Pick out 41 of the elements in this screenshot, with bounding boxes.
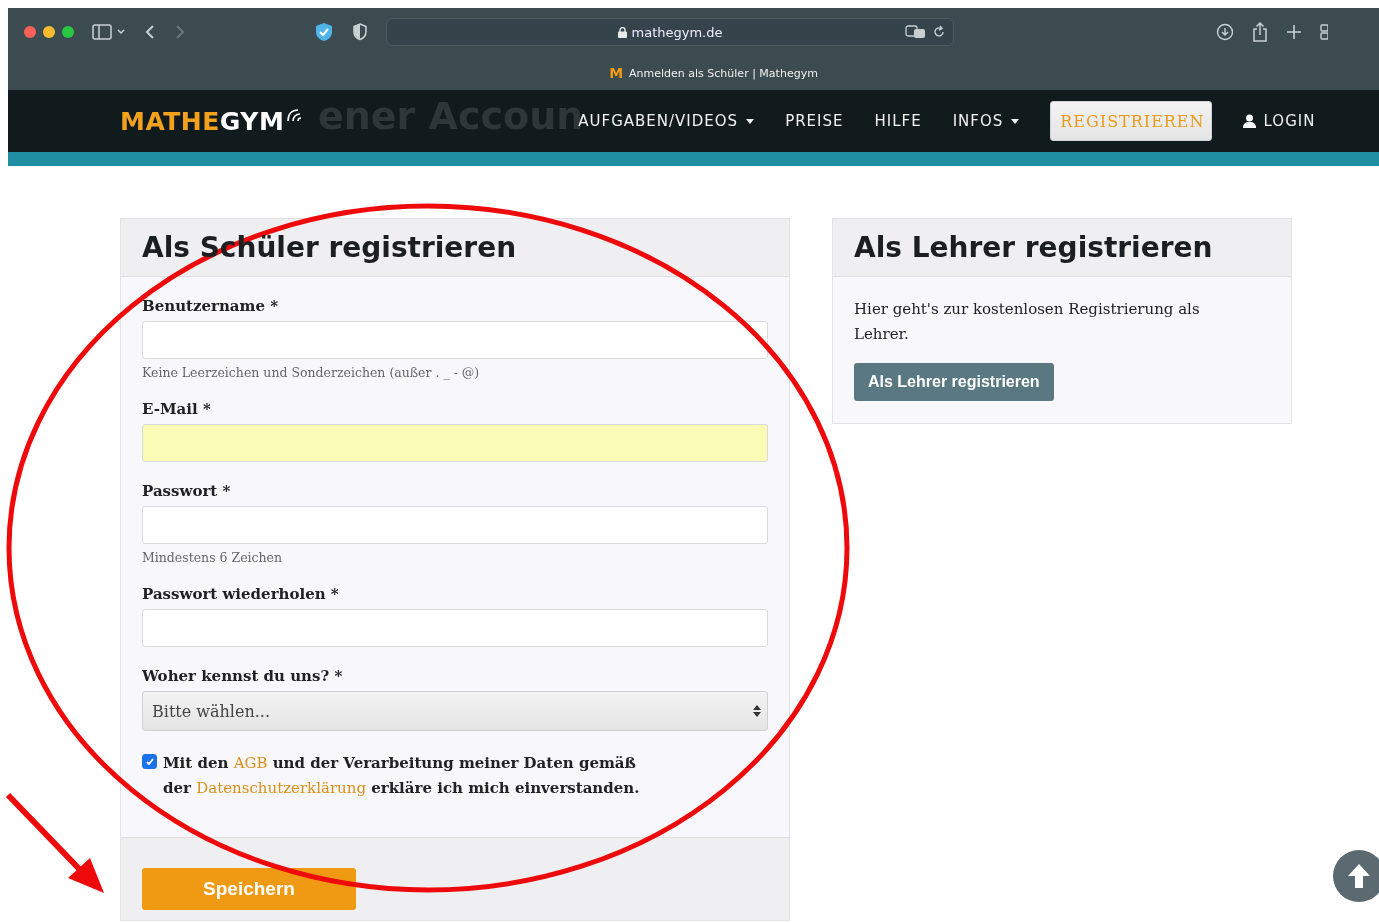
back-icon[interactable] bbox=[144, 24, 156, 40]
teacher-register-button[interactable]: Als Lehrer registrieren bbox=[854, 363, 1054, 401]
field-hint: Mindestens 6 Zeichen bbox=[142, 550, 284, 565]
sidebar-icon[interactable] bbox=[92, 24, 126, 40]
consent-text: Mit den AGB und der Verarbeitung meiner Daten gemäß der Datenschutzerklärung erkläre ich mich einverstanden. bbox=[163, 753, 641, 799]
window-controls-icon[interactable] bbox=[24, 26, 74, 38]
scroll-top-button[interactable] bbox=[1333, 850, 1379, 902]
shield-check-icon[interactable] bbox=[314, 22, 334, 42]
input-field[interactable] bbox=[142, 321, 768, 359]
nav-link[interactable]: INFOS bbox=[952, 101, 1020, 141]
nav-link[interactable]: LOGIN bbox=[1242, 101, 1316, 141]
reload-icon[interactable] bbox=[933, 25, 945, 38]
nav-link[interactable]: PREISE bbox=[785, 101, 844, 141]
consent-checkbox[interactable] bbox=[142, 754, 157, 769]
shield-icon[interactable] bbox=[352, 23, 368, 41]
tabs-overview-icon[interactable] bbox=[1320, 24, 1328, 40]
share-icon[interactable] bbox=[1252, 22, 1268, 42]
field-label: E-Mail * bbox=[142, 400, 212, 418]
lock-icon bbox=[617, 26, 627, 38]
card-text: Hier geht's zur kostenlosen Registrierung als Lehrer. bbox=[854, 299, 1201, 345]
input-field[interactable] bbox=[142, 609, 768, 647]
input-field[interactable] bbox=[142, 506, 768, 544]
input-field[interactable] bbox=[142, 424, 768, 462]
address-text: mathegym.de bbox=[617, 24, 723, 40]
field-hint: Keine Leerzeichen und Sonderzeichen (außer . _ - @) bbox=[142, 365, 481, 380]
field-label: Woher kennst du uns? * bbox=[142, 667, 344, 685]
translate-icon[interactable] bbox=[905, 25, 927, 39]
download-icon[interactable] bbox=[1216, 23, 1234, 41]
address-bar[interactable]: mathegym.de bbox=[386, 18, 954, 46]
field-label: Passwort wiederholen * bbox=[142, 585, 340, 603]
select-arrows-icon bbox=[753, 704, 761, 718]
select-field[interactable]: Bitte wählen... bbox=[142, 691, 768, 731]
nav-link[interactable]: HILFE bbox=[874, 101, 922, 141]
up-arrow-icon bbox=[1347, 863, 1371, 889]
field-label: Benutzername * bbox=[142, 297, 280, 315]
field-label: Passwort * bbox=[142, 482, 232, 500]
plus-icon[interactable] bbox=[1286, 24, 1302, 40]
checkmark-icon bbox=[144, 756, 155, 767]
card-title: Als Lehrer registrieren bbox=[854, 231, 1214, 264]
site-logo[interactable]: MATHEGYM bbox=[120, 106, 307, 136]
browser-tab[interactable]: M Anmelden als Schüler | Mathegym bbox=[609, 65, 818, 81]
